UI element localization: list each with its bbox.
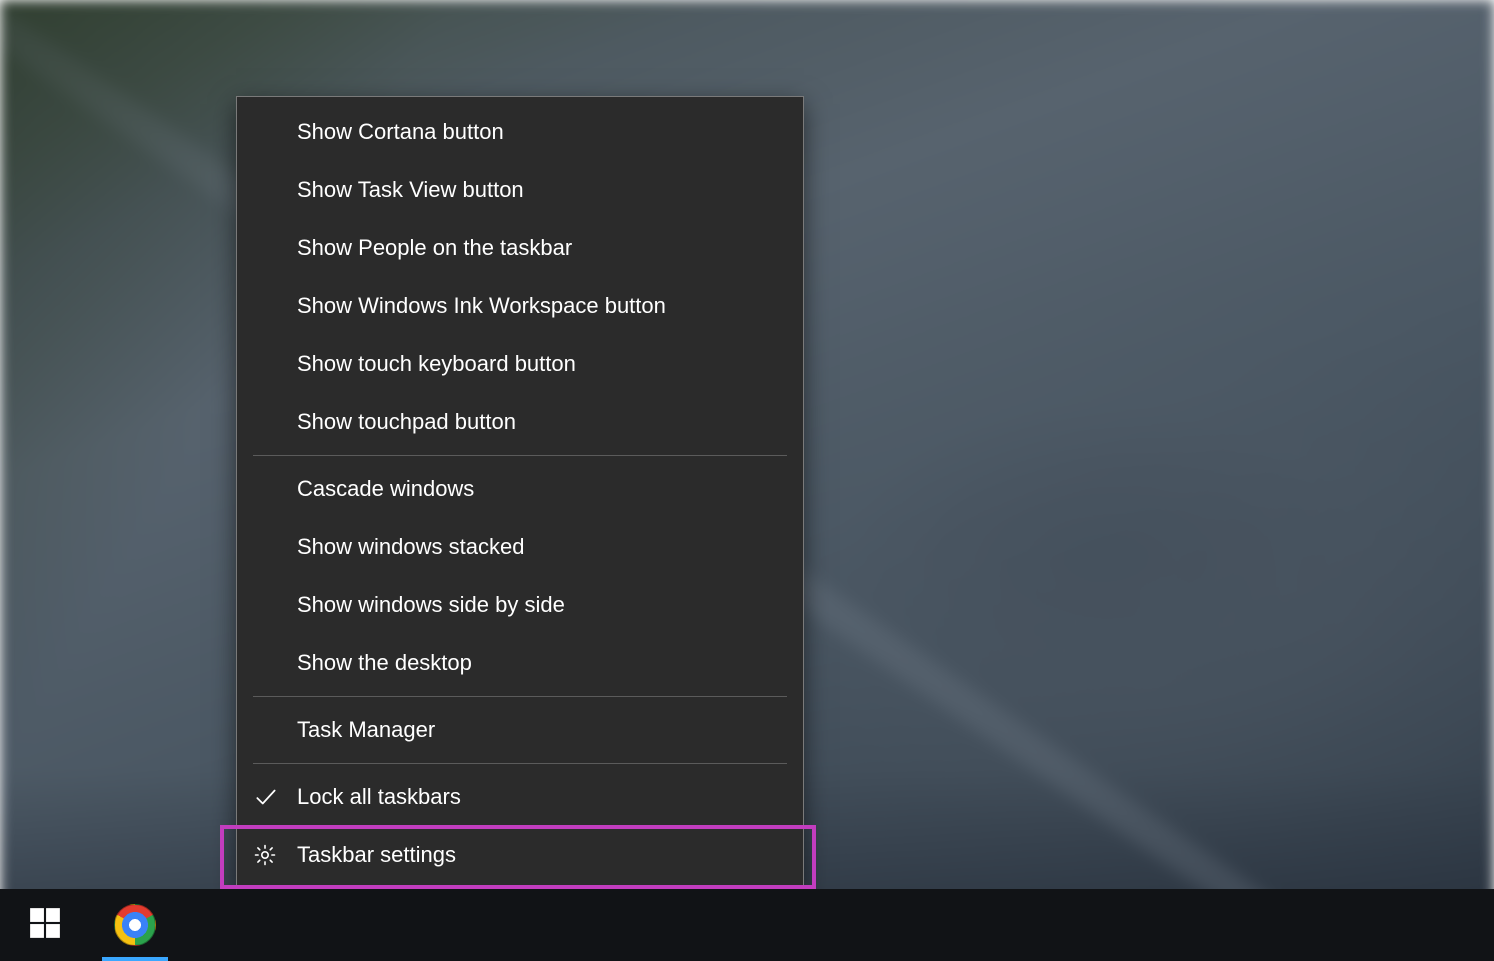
blank-icon	[253, 649, 297, 677]
menu-item-label: Show touch keyboard button	[297, 351, 785, 377]
taskbar	[0, 889, 1494, 961]
blank-icon	[253, 533, 297, 561]
start-button[interactable]	[0, 889, 90, 961]
blank-icon	[253, 176, 297, 204]
menu-separator	[253, 763, 787, 764]
menu-item-label: Show Cortana button	[297, 119, 785, 145]
check-icon	[253, 783, 297, 811]
menu-item-show-cortana-button[interactable]: Show Cortana button	[237, 103, 803, 161]
taskbar-context-menu: Show Cortana button Show Task View butto…	[236, 96, 804, 889]
menu-item-label: Show windows side by side	[297, 592, 785, 618]
blank-icon	[253, 234, 297, 262]
blank-icon	[253, 408, 297, 436]
menu-item-label: Show People on the taskbar	[297, 235, 785, 261]
menu-item-label: Show the desktop	[297, 650, 785, 676]
gear-icon	[253, 841, 297, 869]
blank-icon	[253, 350, 297, 378]
chrome-icon	[114, 904, 156, 946]
menu-item-label: Show Windows Ink Workspace button	[297, 293, 785, 319]
menu-item-label: Taskbar settings	[297, 842, 785, 868]
menu-item-label: Lock all taskbars	[297, 784, 785, 810]
menu-item-label: Show windows stacked	[297, 534, 785, 560]
active-app-underline	[102, 957, 168, 961]
menu-item-show-touchpad-button[interactable]: Show touchpad button	[237, 393, 803, 451]
menu-separator	[253, 455, 787, 456]
menu-item-show-task-view-button[interactable]: Show Task View button	[237, 161, 803, 219]
windows-logo-icon	[28, 906, 62, 945]
menu-item-show-the-desktop[interactable]: Show the desktop	[237, 634, 803, 692]
menu-item-cascade-windows[interactable]: Cascade windows	[237, 460, 803, 518]
menu-item-label: Task Manager	[297, 717, 785, 743]
menu-separator	[253, 696, 787, 697]
menu-item-show-windows-side-by-side[interactable]: Show windows side by side	[237, 576, 803, 634]
menu-item-label: Cascade windows	[297, 476, 785, 502]
menu-item-show-people-on-the-taskbar[interactable]: Show People on the taskbar	[237, 219, 803, 277]
menu-item-lock-all-taskbars[interactable]: Lock all taskbars	[237, 768, 803, 826]
menu-item-show-touch-keyboard-button[interactable]: Show touch keyboard button	[237, 335, 803, 393]
blank-icon	[253, 118, 297, 146]
menu-item-label: Show Task View button	[297, 177, 785, 203]
blank-icon	[253, 716, 297, 744]
blank-icon	[253, 475, 297, 503]
menu-item-taskbar-settings[interactable]: Taskbar settings	[237, 826, 803, 884]
menu-item-show-windows-stacked[interactable]: Show windows stacked	[237, 518, 803, 576]
taskbar-app-chrome[interactable]	[90, 889, 180, 961]
menu-item-label: Show touchpad button	[297, 409, 785, 435]
menu-item-show-windows-ink-workspace-button[interactable]: Show Windows Ink Workspace button	[237, 277, 803, 335]
menu-item-task-manager[interactable]: Task Manager	[237, 701, 803, 759]
blank-icon	[253, 292, 297, 320]
blank-icon	[253, 591, 297, 619]
